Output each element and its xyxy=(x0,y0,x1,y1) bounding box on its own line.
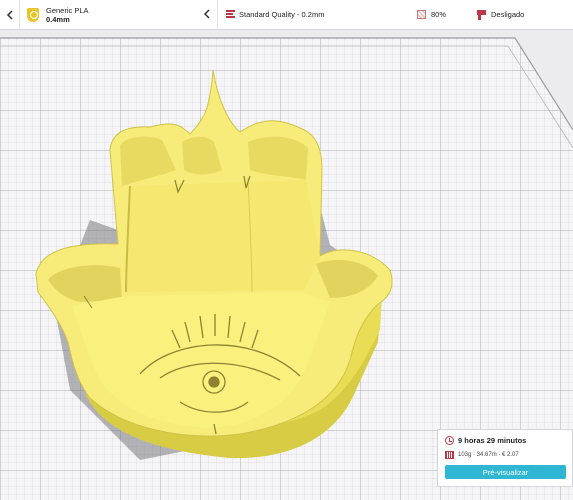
back-button[interactable] xyxy=(0,0,20,29)
spool-icon xyxy=(445,451,454,459)
nozzle-size: 0.4mm xyxy=(46,14,70,24)
support-label: Desligado xyxy=(491,10,525,19)
chevron-left-icon xyxy=(6,9,13,20)
clock-icon xyxy=(445,436,454,445)
preview-button[interactable]: Pré-visualizar xyxy=(445,465,566,479)
toolbar: Generic PLA 0.4mm Standard Quality - 0.2… xyxy=(0,0,573,30)
chevron-left-icon[interactable] xyxy=(203,8,211,20)
quality-icon xyxy=(226,10,235,19)
print-time: 9 horas 29 minutos xyxy=(458,436,527,445)
print-settings-infill[interactable]: 80% xyxy=(417,0,477,29)
material-name: Generic PLA xyxy=(46,5,89,15)
infill-label: 80% xyxy=(431,10,447,19)
print-settings-support[interactable]: Desligado xyxy=(477,0,573,29)
material-badge-icon xyxy=(27,7,39,22)
quality-label: Standard Quality - 0.2mm xyxy=(239,10,325,19)
material-selector[interactable]: Generic PLA 0.4mm xyxy=(20,0,218,29)
print-settings-quality[interactable]: Standard Quality - 0.2mm xyxy=(218,0,417,29)
infill-icon xyxy=(417,10,426,19)
support-icon xyxy=(477,9,486,20)
print-info-panel: 9 horas 29 minutos 103g · 34.67m · € 2.0… xyxy=(437,429,573,487)
material-usage: 103g · 34.67m · € 2.07 xyxy=(458,452,519,458)
